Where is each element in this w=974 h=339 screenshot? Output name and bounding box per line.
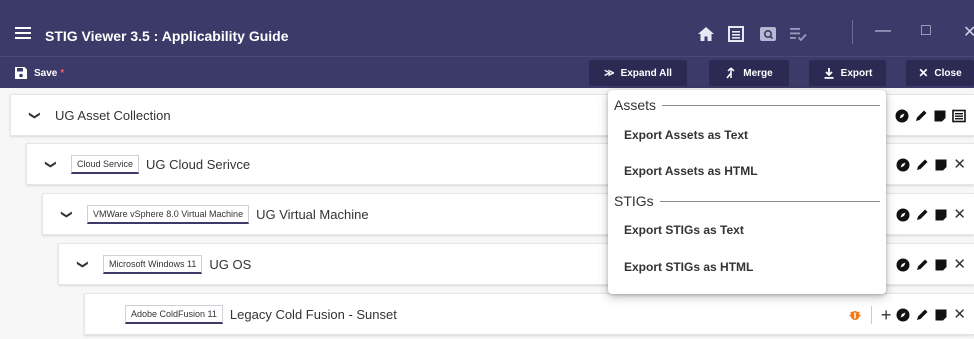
compass-icon[interactable]: [895, 109, 909, 123]
pencil-icon[interactable]: [915, 258, 929, 272]
export-label: Export: [840, 67, 873, 79]
export-menu: Assets Export Assets as Text Export Asse…: [608, 90, 886, 294]
menu-group-label: Assets: [614, 97, 657, 113]
compass-icon[interactable]: [896, 208, 910, 222]
menu-item-export-assets-html[interactable]: Export Assets as HTML: [624, 164, 758, 178]
close-label: Close: [934, 67, 962, 79]
tree-row-coldfusion[interactable]: Adobe ColdFusion 11 Legacy Cold Fusion -…: [84, 293, 974, 335]
download-icon: [824, 68, 834, 79]
row-actions: [895, 95, 974, 137]
menu-item-export-stigs-html[interactable]: Export STIGs as HTML: [624, 260, 753, 274]
merge-icon: [726, 67, 735, 79]
action-toolbar: Save * ≫ Expand All Merge Export ✕ Close: [0, 56, 974, 88]
checklist-icon[interactable]: [788, 24, 808, 44]
menu-icon[interactable]: [15, 27, 31, 39]
pencil-icon[interactable]: [915, 158, 929, 172]
export-button[interactable]: Export: [809, 60, 886, 86]
row-actions: ✕: [896, 194, 974, 236]
note-icon[interactable]: [934, 308, 948, 322]
row-label: Legacy Cold Fusion - Sunset: [229, 306, 397, 322]
stig-chip: Adobe ColdFusion 11: [125, 304, 223, 324]
menu-group-stigs: STIGs: [614, 193, 880, 209]
compass-icon[interactable]: [896, 308, 910, 322]
close-window-icon[interactable]: ✕: [963, 22, 974, 42]
image-search-icon[interactable]: [758, 24, 778, 44]
menu-group-divider: [659, 200, 880, 202]
row-label: UG Asset Collection: [55, 107, 171, 123]
menu-group-label: STIGs: [614, 193, 654, 209]
remove-icon[interactable]: ✕: [953, 257, 966, 272]
chevron-down-icon[interactable]: ❯: [45, 154, 58, 174]
home-icon[interactable]: [696, 24, 716, 44]
close-button[interactable]: ✕ Close: [906, 60, 974, 86]
pencil-icon[interactable]: [914, 109, 928, 123]
window-title: STIG Viewer 3.5 : Applicability Guide: [45, 28, 289, 44]
row-label: UG Cloud Serivce: [146, 156, 251, 172]
close-icon: ✕: [918, 66, 929, 80]
toolbar-divider: [852, 20, 853, 44]
row-actions: + ✕: [848, 294, 974, 336]
chevron-down-icon[interactable]: ❯: [77, 254, 90, 274]
remove-icon[interactable]: ✕: [953, 157, 966, 172]
row-label: UG OS: [209, 256, 252, 272]
title-bar: STIG Viewer 3.5 : Applicability Guide — …: [0, 0, 974, 56]
add-icon[interactable]: +: [881, 306, 892, 324]
double-chevron-down-icon: ≫: [604, 67, 615, 79]
save-icon: [15, 67, 27, 79]
compass-icon[interactable]: [896, 258, 910, 272]
note-icon[interactable]: [934, 158, 948, 172]
chevron-down-icon[interactable]: ❯: [29, 105, 42, 125]
row-label: UG Virtual Machine: [256, 206, 369, 222]
merge-button[interactable]: Merge: [709, 60, 789, 86]
row-actions: ✕: [896, 244, 974, 286]
merge-label: Merge: [743, 67, 773, 79]
menu-group-divider: [662, 104, 880, 106]
unsaved-indicator: *: [60, 67, 65, 79]
expand-all-button[interactable]: ≫ Expand All: [589, 60, 687, 86]
list-icon[interactable]: [952, 109, 966, 123]
minimize-icon[interactable]: —: [875, 22, 891, 40]
menu-item-export-assets-text[interactable]: Export Assets as Text: [624, 128, 748, 142]
document-list-icon[interactable]: [726, 24, 746, 44]
asset-type-chip: VMWare vSphere 8.0 Virtual Machine: [87, 204, 250, 224]
save-button[interactable]: Save *: [8, 60, 74, 86]
chevron-down-icon[interactable]: ❯: [61, 204, 74, 224]
actions-divider: [870, 306, 872, 324]
remove-icon[interactable]: ✕: [953, 207, 966, 222]
note-icon[interactable]: [934, 258, 948, 272]
menu-group-assets: Assets: [614, 97, 880, 113]
save-label: Save: [34, 67, 58, 79]
pencil-icon[interactable]: [915, 308, 929, 322]
asset-type-chip: Microsoft Windows 11: [103, 254, 203, 274]
pencil-icon[interactable]: [915, 208, 929, 222]
remove-icon[interactable]: ✕: [953, 307, 966, 322]
expand-all-label: Expand All: [620, 67, 672, 79]
asset-type-chip: Cloud Service: [71, 154, 140, 174]
maximize-icon[interactable]: □: [921, 22, 931, 40]
row-actions: ✕: [896, 144, 974, 186]
menu-item-export-stigs-text[interactable]: Export STIGs as Text: [624, 223, 744, 237]
compass-icon[interactable]: [896, 158, 910, 172]
note-icon[interactable]: [933, 109, 947, 123]
note-icon[interactable]: [934, 208, 948, 222]
bug-icon: [849, 311, 861, 320]
